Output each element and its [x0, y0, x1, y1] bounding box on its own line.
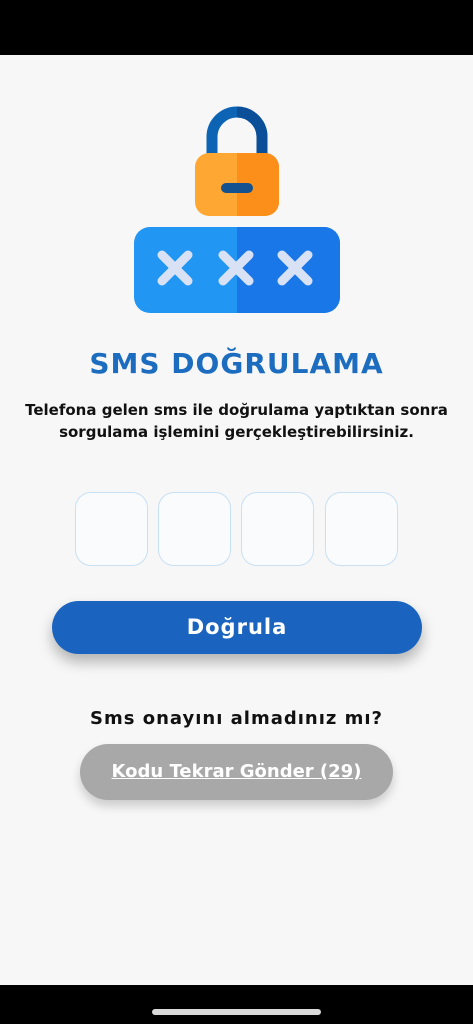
description-line-1: Telefona gelen sms ile doğrulama yaptıkt… — [25, 401, 448, 419]
status-bar — [0, 0, 473, 55]
sms-code-inputs — [75, 492, 399, 566]
code-digit-4-input[interactable] — [325, 492, 398, 566]
verify-button[interactable]: Doğrula — [52, 601, 422, 654]
padlock-password-icon — [134, 106, 340, 313]
code-digit-2-input[interactable] — [158, 492, 231, 566]
description-line-2: sorgulama işlemini gerçekleştirebilirsin… — [59, 423, 414, 441]
page-title: SMS DOĞRULAMA — [89, 347, 384, 380]
code-digit-3-input[interactable] — [241, 492, 314, 566]
sms-verification-screen: SMS DOĞRULAMA Telefona gelen sms ile doğ… — [0, 55, 473, 985]
home-indicator[interactable] — [152, 1009, 321, 1015]
navigation-bar — [0, 985, 473, 1024]
code-digit-1-input[interactable] — [75, 492, 148, 566]
resend-question-text: Sms onayını almadınız mı? — [90, 708, 383, 729]
description-text: Telefona gelen sms ile doğrulama yaptıkt… — [20, 399, 453, 443]
resend-code-button[interactable]: Kodu Tekrar Gönder (29) — [80, 744, 393, 800]
